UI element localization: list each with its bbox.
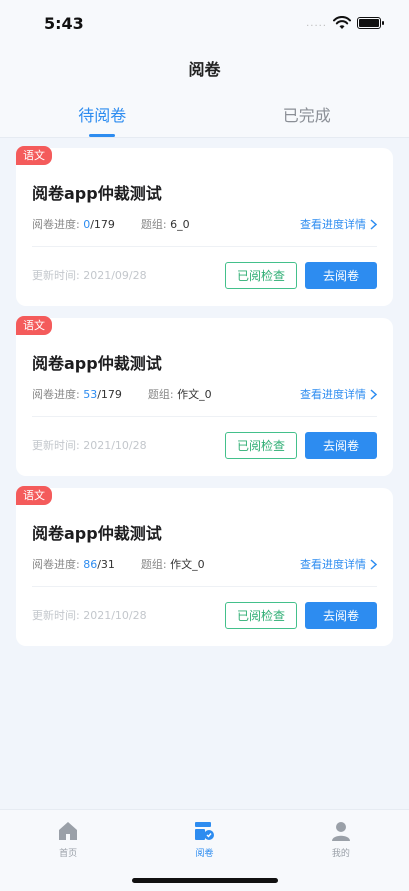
start-grading-button[interactable]: 去阅卷 — [305, 261, 377, 289]
tabbar-label-profile: 我的 — [331, 849, 350, 859]
progress-label: 阅卷进度: — [32, 558, 80, 571]
task-list: 语文 阅卷app仲裁测试 阅卷进度: 0/179 题组: 6_0 查看进度详情 … — [0, 138, 409, 646]
review-check-button[interactable]: 已阅检查 — [225, 261, 297, 289]
chevron-right-icon — [370, 218, 377, 230]
signal-icon: ..... — [306, 17, 327, 29]
tab-pending[interactable]: 待阅卷 — [0, 90, 205, 137]
group-info: 题组: 6_0 — [141, 216, 190, 232]
task-title: 阅卷app仲裁测试 — [32, 354, 162, 373]
group-info: 题组: 作文_0 — [141, 556, 205, 572]
task-title: 阅卷app仲裁测试 — [32, 524, 162, 543]
start-grading-button[interactable]: 去阅卷 — [305, 431, 377, 459]
progress-done: 53 — [83, 388, 98, 401]
meta-row: 阅卷进度: 53/179 题组: 作文_0 查看进度详情 — [32, 386, 377, 417]
page-title: 阅卷 — [188, 60, 221, 79]
status-bar: 5:43 ..... — [0, 0, 409, 46]
update-time: 更新时间: 2021/10/28 — [32, 439, 147, 452]
progress-total: /179 — [97, 388, 122, 401]
battery-icon — [357, 17, 384, 29]
tabbar-label-home: 首页 — [59, 849, 78, 859]
group-value: 作文_0 — [177, 388, 212, 401]
subject-tag: 语文 — [16, 316, 52, 335]
profile-icon — [331, 822, 350, 841]
chevron-right-icon — [370, 558, 377, 570]
update-time: 更新时间: 2021/09/28 — [32, 269, 147, 282]
progress-detail-link[interactable]: 查看进度详情 — [300, 556, 377, 572]
segment-tabs: 待阅卷 已完成 — [0, 90, 409, 138]
wifi-icon — [333, 16, 351, 29]
tabbar-item-profile[interactable]: 我的 — [273, 810, 409, 891]
progress-total: /31 — [97, 558, 115, 571]
progress-label: 阅卷进度: — [32, 218, 80, 231]
task-card: 语文 阅卷app仲裁测试 阅卷进度: 86/31 题组: 作文_0 查看进度详情… — [16, 486, 393, 646]
progress-label: 阅卷进度: — [32, 388, 80, 401]
review-check-button[interactable]: 已阅检查 — [225, 431, 297, 459]
subject-tag: 语文 — [16, 486, 52, 505]
update-time: 更新时间: 2021/10/28 — [32, 609, 147, 622]
meta-row: 阅卷进度: 0/179 题组: 6_0 查看进度详情 — [32, 216, 377, 247]
progress-detail-label: 查看进度详情 — [300, 388, 366, 401]
progress-info: 阅卷进度: 86/31 — [32, 556, 115, 572]
progress-done: 86 — [83, 558, 98, 571]
progress-info: 阅卷进度: 53/179 — [32, 386, 122, 402]
group-value: 作文_0 — [170, 558, 205, 571]
group-label: 题组: — [140, 558, 167, 571]
nav-bar: 阅卷 — [0, 46, 409, 90]
task-title: 阅卷app仲裁测试 — [32, 184, 162, 203]
status-time: 5:43 — [44, 13, 84, 33]
home-indicator — [131, 878, 278, 883]
card-footer: 更新时间: 2021/10/28 已阅检查 去阅卷 — [32, 417, 377, 473]
progress-detail-label: 查看进度详情 — [300, 558, 366, 571]
grading-icon — [195, 822, 215, 840]
chevron-right-icon — [370, 388, 377, 400]
card-footer: 更新时间: 2021/10/28 已阅检查 去阅卷 — [32, 587, 377, 643]
progress-detail-link[interactable]: 查看进度详情 — [300, 386, 377, 402]
task-card: 语文 阅卷app仲裁测试 阅卷进度: 53/179 题组: 作文_0 查看进度详… — [16, 316, 393, 476]
meta-row: 阅卷进度: 86/31 题组: 作文_0 查看进度详情 — [32, 556, 377, 587]
task-card: 语文 阅卷app仲裁测试 阅卷进度: 0/179 题组: 6_0 查看进度详情 … — [16, 146, 393, 306]
progress-total: /179 — [90, 218, 115, 231]
tabbar-label-grading: 阅卷 — [195, 849, 214, 859]
progress-info: 阅卷进度: 0/179 — [32, 216, 115, 232]
home-icon — [59, 822, 78, 840]
status-indicators: ..... — [306, 16, 384, 30]
subject-tag: 语文 — [16, 146, 52, 165]
progress-detail-link[interactable]: 查看进度详情 — [300, 216, 377, 232]
tab-completed[interactable]: 已完成 — [205, 90, 409, 137]
tab-completed-label: 已完成 — [282, 105, 331, 125]
start-grading-button[interactable]: 去阅卷 — [305, 601, 377, 629]
tabbar-item-home[interactable]: 首页 — [0, 810, 136, 891]
card-footer: 更新时间: 2021/09/28 已阅检查 去阅卷 — [32, 247, 377, 303]
tab-pending-label: 待阅卷 — [78, 105, 127, 125]
group-value: 6_0 — [170, 218, 190, 231]
group-info: 题组: 作文_0 — [148, 386, 212, 402]
review-check-button[interactable]: 已阅检查 — [225, 601, 297, 629]
group-label: 题组: — [140, 218, 167, 231]
group-label: 题组: — [147, 388, 174, 401]
progress-detail-label: 查看进度详情 — [300, 218, 366, 231]
